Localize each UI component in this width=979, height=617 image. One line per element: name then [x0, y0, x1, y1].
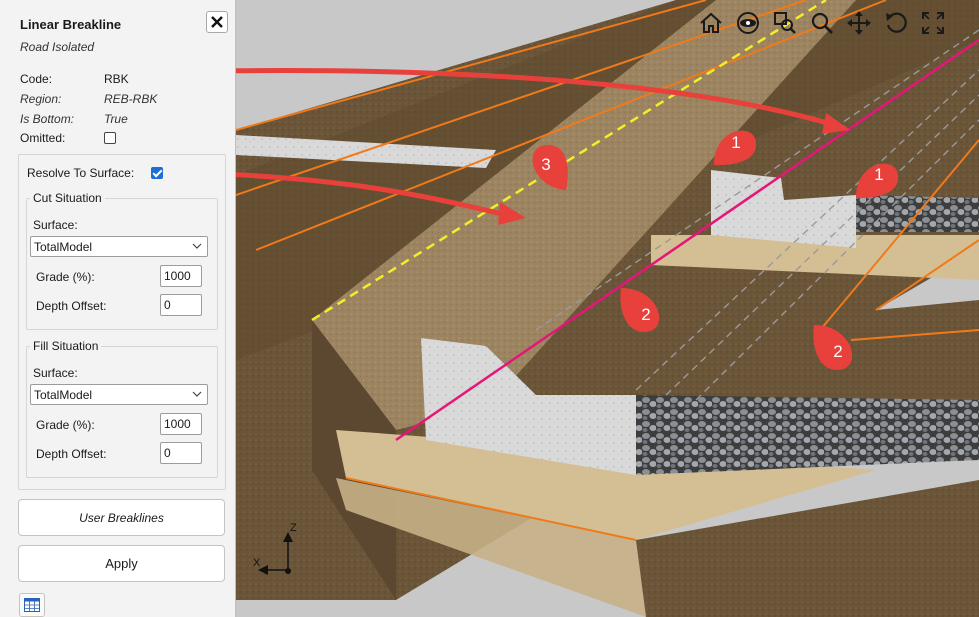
fill-surface-value: TotalModel [34, 387, 93, 402]
code-row: Code: RBK [20, 71, 220, 87]
code-label: Code: [20, 72, 53, 86]
callout-2b-label: 2 [833, 342, 842, 361]
fill-depth-label: Depth Offset: [36, 447, 107, 461]
callout-1a-label: 1 [731, 133, 740, 152]
is-bottom-row: Is Bottom: True [20, 111, 220, 127]
fullscreen-icon [922, 12, 944, 34]
is-bottom-value: True [104, 112, 128, 126]
fullscreen-button[interactable] [918, 8, 948, 38]
callout-1b-label: 1 [874, 165, 883, 184]
table-button[interactable] [19, 593, 45, 617]
table-icon [24, 598, 40, 612]
view-button[interactable] [733, 8, 763, 38]
3d-viewport[interactable]: 1 1 3 2 2 Z X [236, 0, 979, 617]
zoom-window-icon [774, 12, 796, 34]
cut-grade-label: Grade (%): [36, 270, 95, 284]
resolve-checkbox[interactable] [151, 167, 163, 179]
fill-legend: Fill Situation [30, 339, 102, 353]
road-model-scene[interactable]: 1 1 3 2 2 Z X [236, 0, 979, 617]
fill-grade-input[interactable]: 1000 [160, 413, 202, 435]
cut-surface-label: Surface: [33, 218, 78, 232]
callout-3-label: 3 [541, 155, 550, 174]
panel-title: Linear Breakline [20, 17, 122, 32]
apply-button[interactable]: Apply [18, 545, 225, 582]
zoom-button[interactable] [807, 8, 837, 38]
omitted-row: Omitted: [20, 130, 220, 146]
region-row: Region: REB-RBK [20, 91, 220, 107]
axis-x-label: X [253, 557, 261, 569]
zoom-icon [811, 12, 833, 34]
fill-depth-input[interactable]: 0 [160, 442, 202, 464]
cut-surface-select[interactable]: TotalModel [30, 236, 208, 257]
viewport-toolbar [696, 8, 948, 38]
chevron-down-icon [192, 243, 202, 249]
omitted-checkbox[interactable] [104, 132, 116, 144]
home-icon [700, 12, 722, 33]
fill-grade-label: Grade (%): [36, 418, 95, 432]
cut-surface-value: TotalModel [34, 239, 93, 254]
fill-surface-select[interactable]: TotalModel [30, 384, 208, 405]
pan-button[interactable] [844, 8, 874, 38]
rotate-icon [886, 12, 907, 33]
properties-panel: Linear Breakline Road Isolated Code: RBK… [0, 0, 236, 617]
cut-grade-input[interactable]: 1000 [160, 265, 202, 287]
close-icon [211, 16, 223, 28]
code-value: RBK [104, 72, 129, 86]
cut-depth-label: Depth Offset: [36, 299, 107, 313]
eye-icon [737, 12, 759, 34]
is-bottom-label: Is Bottom: [20, 112, 75, 126]
resolve-label: Resolve To Surface: [27, 166, 135, 180]
callout-2a-label: 2 [641, 305, 650, 324]
cut-legend: Cut Situation [30, 191, 105, 205]
region-label: Region: [20, 92, 62, 106]
rotate-button[interactable] [881, 8, 911, 38]
zoom-window-button[interactable] [770, 8, 800, 38]
home-button[interactable] [696, 8, 726, 38]
axis-z-label: Z [290, 522, 297, 534]
region-value: REB-RBK [104, 92, 158, 106]
user-breaklines-button[interactable]: User Breaklines [18, 499, 225, 536]
cut-depth-input[interactable]: 0 [160, 294, 202, 316]
resolve-row: Resolve To Surface: [27, 165, 217, 181]
fill-surface-label: Surface: [33, 366, 78, 380]
pan-icon [847, 11, 871, 35]
panel-subtitle: Road Isolated [20, 40, 95, 54]
close-button[interactable] [206, 11, 228, 33]
omitted-label: Omitted: [20, 131, 66, 145]
chevron-down-icon [192, 391, 202, 397]
